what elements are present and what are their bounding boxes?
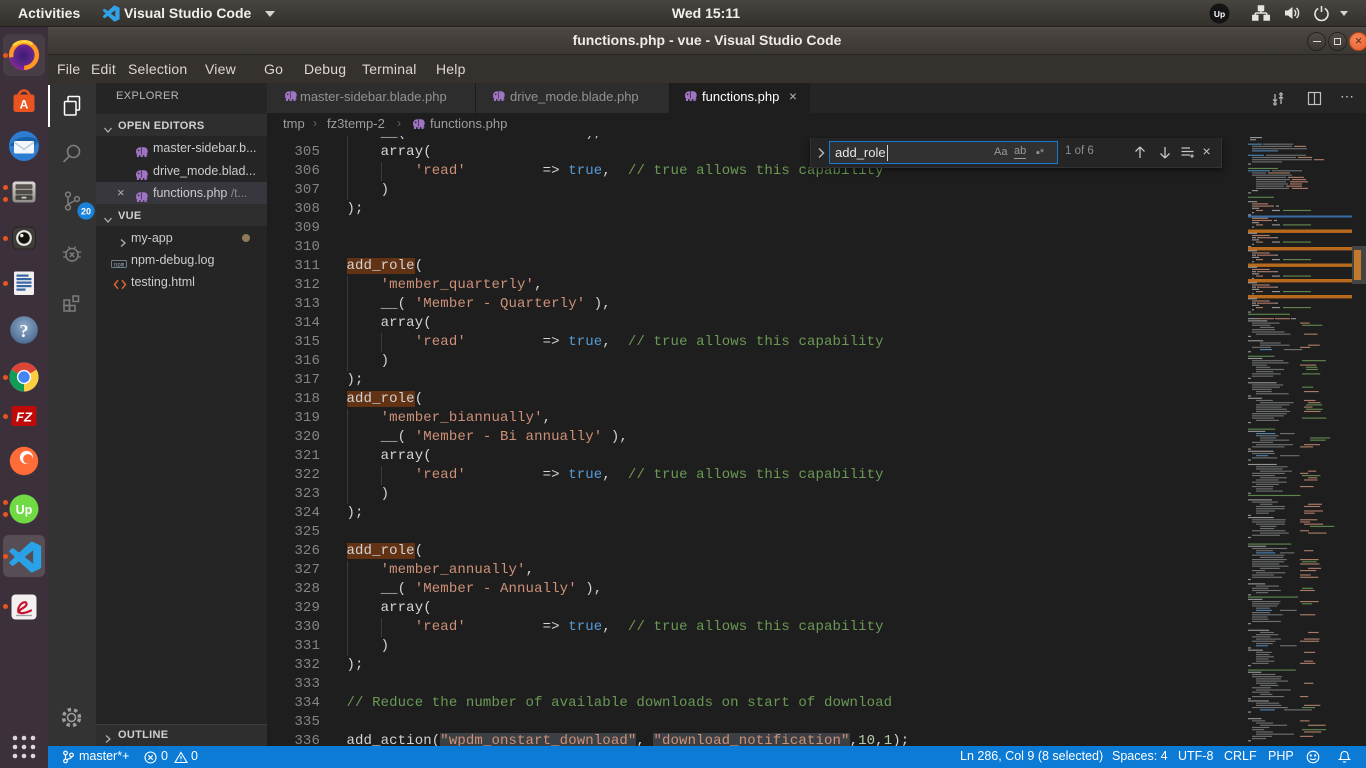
svg-text:npm: npm: [114, 261, 125, 268]
svg-text:A: A: [20, 98, 29, 112]
svg-text:20: 20: [81, 206, 91, 216]
svg-text:?: ?: [20, 321, 29, 341]
svg-text:Up: Up: [1214, 9, 1225, 19]
svg-text:Up: Up: [16, 503, 33, 517]
svg-text:FZ: FZ: [16, 410, 33, 425]
